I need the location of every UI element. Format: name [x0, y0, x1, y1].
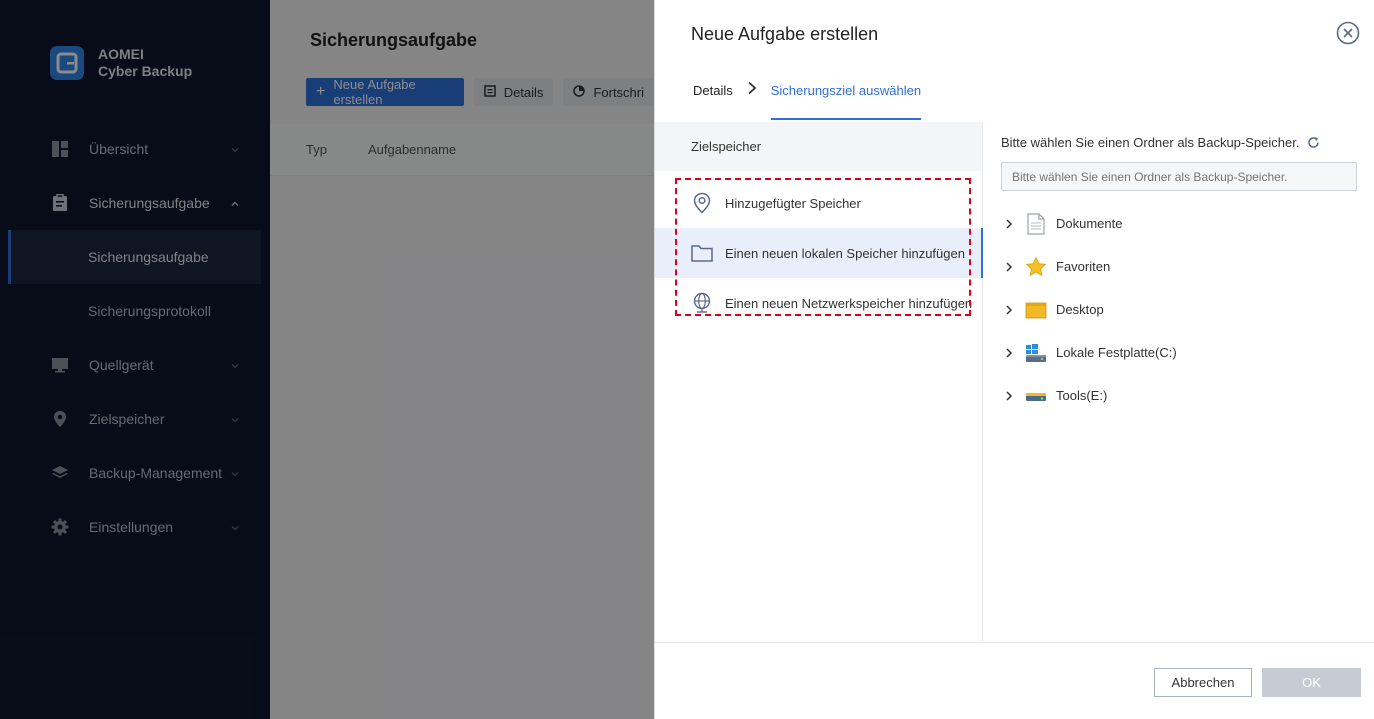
chevron-right-icon — [747, 80, 757, 98]
option-add-network-storage[interactable]: Einen neuen Netzwerkspeicher hinzufügen — [655, 278, 982, 328]
desktop-folder-icon — [1025, 299, 1047, 321]
chevron-right-icon[interactable] — [1005, 304, 1021, 315]
chevron-right-icon[interactable] — [1005, 261, 1021, 272]
tree-item-label: Desktop — [1056, 302, 1104, 317]
option-label: Hinzugefügter Speicher — [725, 195, 861, 211]
network-globe-icon — [691, 292, 713, 314]
new-task-dialog: Neue Aufgabe erstellen Details Sicherung… — [654, 0, 1374, 719]
tree-item-label: Dokumente — [1056, 216, 1123, 231]
cancel-button[interactable]: Abbrechen — [1154, 668, 1252, 697]
tree-item-documents[interactable]: Dokumente — [1005, 202, 1177, 245]
chevron-right-icon[interactable] — [1005, 347, 1021, 358]
dialog-footer: Abbrechen OK — [655, 642, 1374, 719]
tree-item-label: Tools(E:) — [1056, 388, 1108, 403]
tree-item-label: Lokale Festplatte(C:) — [1056, 345, 1177, 360]
close-icon — [1336, 21, 1360, 45]
refresh-icon[interactable] — [1307, 136, 1320, 149]
chevron-right-icon[interactable] — [1005, 218, 1021, 229]
target-storage-column: Zielspeicher Hinzugefügter Speicher Eine… — [655, 122, 983, 642]
step-select-target[interactable]: Sicherungsziel auswählen — [770, 80, 922, 120]
star-icon — [1025, 256, 1047, 278]
document-icon — [1025, 212, 1047, 235]
folder-icon — [691, 242, 713, 264]
option-label: Einen neuen Netzwerkspeicher hinzufügen — [725, 295, 973, 311]
folder-path-input[interactable] — [1001, 162, 1357, 191]
tree-item-tools-e[interactable]: Tools(E:) — [1005, 374, 1177, 417]
option-added-storage[interactable]: Hinzugefügter Speicher — [655, 178, 982, 228]
chevron-right-icon[interactable] — [1005, 390, 1021, 401]
step-details[interactable]: Details — [693, 80, 733, 98]
wizard-steps: Details Sicherungsziel auswählen — [693, 80, 922, 122]
dialog-title: Neue Aufgabe erstellen — [691, 24, 879, 44]
drive-icon — [1025, 385, 1047, 407]
ok-button[interactable]: OK — [1262, 668, 1361, 697]
tree-item-local-disk-c[interactable]: Lokale Festplatte(C:) — [1005, 331, 1177, 374]
close-button[interactable] — [1336, 21, 1360, 45]
option-add-local-storage[interactable]: Einen neuen lokalen Speicher hinzufügen — [655, 228, 983, 278]
modal-overlay[interactable] — [0, 0, 654, 719]
folder-prompt-text: Bitte wählen Sie einen Ordner als Backup… — [1001, 135, 1300, 150]
folder-tree: Dokumente Favoriten Desktop Lokale Festp… — [1005, 202, 1177, 417]
location-pin-icon — [691, 192, 713, 214]
tree-item-favorites[interactable]: Favoriten — [1005, 245, 1177, 288]
folder-browser: Bitte wählen Sie einen Ordner als Backup… — [983, 122, 1374, 642]
option-label: Einen neuen lokalen Speicher hinzufügen — [725, 245, 965, 261]
windows-drive-icon — [1025, 342, 1047, 364]
tree-item-desktop[interactable]: Desktop — [1005, 288, 1177, 331]
tree-item-label: Favoriten — [1056, 259, 1111, 274]
target-storage-header: Zielspeicher — [655, 122, 982, 171]
folder-prompt: Bitte wählen Sie einen Ordner als Backup… — [1001, 135, 1320, 150]
